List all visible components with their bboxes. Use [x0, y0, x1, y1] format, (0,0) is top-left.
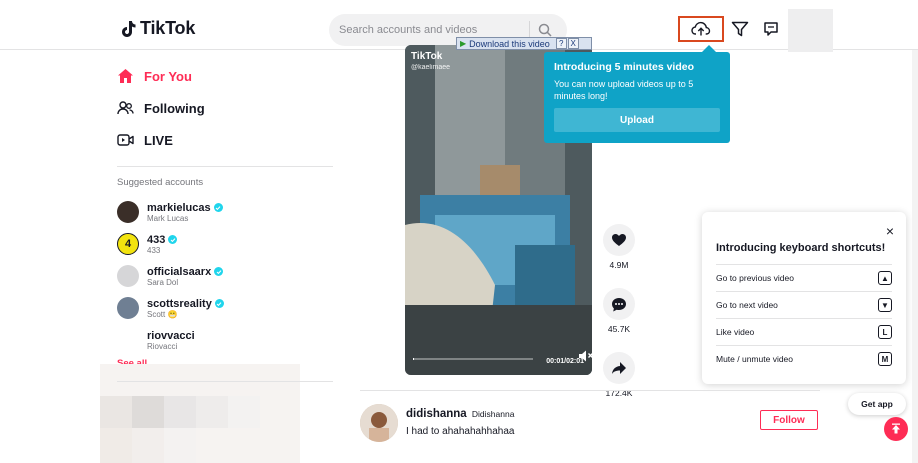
- video-actions: 4.9M 45.7K 172.4K: [600, 224, 638, 416]
- comment-button[interactable]: [603, 288, 635, 320]
- popup-body: You can now upload videos up to 5 minute…: [554, 79, 694, 101]
- get-app-button[interactable]: Get app: [848, 393, 906, 415]
- keyboard-shortcuts-panel: × Introducing keyboard shortcuts! Go to …: [702, 212, 906, 384]
- key-up-icon: ▲: [878, 271, 892, 285]
- post-nickname: Didishanna: [471, 409, 515, 419]
- account-name: Mark Lucas: [147, 213, 189, 223]
- video-time: 00:01/02:01: [546, 358, 584, 365]
- post-caption: I had to ahahahahhahaa: [406, 426, 515, 437]
- nav-label: Following: [144, 100, 205, 116]
- nav-for-you[interactable]: For You: [117, 60, 333, 92]
- avatar: 4: [117, 233, 139, 255]
- send-filter-icon[interactable]: [731, 21, 749, 42]
- download-label: Download this video: [469, 38, 550, 49]
- nav-label: For You: [144, 68, 192, 84]
- key-down-icon: ▼: [878, 298, 892, 312]
- shortcut-label: Mute / unmute video: [716, 354, 794, 364]
- like-button[interactable]: [603, 224, 635, 256]
- scroll-to-top-button[interactable]: [884, 417, 908, 441]
- play-icon: ▶: [460, 39, 467, 48]
- key-m-icon: M: [878, 352, 892, 366]
- account-name: Scott 😬: [147, 309, 178, 319]
- verified-icon: [214, 299, 224, 308]
- verified-icon: [213, 203, 223, 212]
- suggested-account[interactable]: officialsaarx Sara Dol: [117, 260, 333, 292]
- sidebar-bottom-divider: [117, 381, 333, 382]
- account-username: markielucas: [147, 201, 211, 214]
- live-icon: [117, 134, 134, 146]
- account-name: Riovacci: [147, 341, 178, 351]
- popup-title: Introducing 5 minutes video: [554, 61, 695, 73]
- comment-count: 45.7K: [607, 324, 631, 334]
- follow-button[interactable]: Follow: [760, 410, 818, 430]
- profile-avatar[interactable]: [788, 9, 833, 52]
- suggested-account[interactable]: scottsreality Scott 😬: [117, 292, 333, 324]
- home-icon: [118, 69, 133, 83]
- like-count: 4.9M: [609, 260, 629, 270]
- search-input[interactable]: [329, 24, 529, 36]
- suggested-account[interactable]: riovvacci Riovacci: [117, 324, 333, 356]
- avatar[interactable]: [360, 404, 398, 442]
- nav-label: LIVE: [144, 132, 173, 148]
- tiktok-logo[interactable]: TikTok: [120, 18, 195, 39]
- video-progress-fill: [413, 358, 414, 360]
- comment-icon: [612, 297, 626, 311]
- shortcut-label: Like video: [716, 327, 755, 337]
- feed-divider: [360, 390, 820, 391]
- account-username: 433: [147, 233, 166, 246]
- account-username: officialsaarx: [147, 265, 212, 278]
- avatar: [117, 265, 139, 287]
- post-author[interactable]: didishanna Didishanna: [406, 408, 514, 420]
- suggested-account[interactable]: 4 433 433: [117, 228, 333, 260]
- heart-icon: [612, 234, 626, 246]
- blurred-region: [100, 364, 300, 463]
- verified-icon: [214, 267, 224, 276]
- shortcut-label: Go to previous video: [716, 273, 794, 283]
- sidebar: For You Following LIVE Suggested account…: [117, 60, 333, 369]
- avatar: [117, 201, 139, 223]
- logo-text: TikTok: [140, 18, 196, 38]
- post-username: didishanna: [406, 408, 467, 420]
- scrollbar[interactable]: [912, 50, 918, 463]
- suggested-accounts-title: Suggested accounts: [117, 177, 204, 188]
- verified-icon: [168, 235, 178, 244]
- close-icon[interactable]: ×: [886, 223, 894, 239]
- account-username: scottsreality: [147, 297, 212, 310]
- account-username: riovvacci: [147, 329, 195, 342]
- share-button[interactable]: [603, 352, 635, 384]
- tiktok-note-icon: [122, 20, 136, 37]
- video-progress-bar[interactable]: [413, 358, 533, 360]
- nav-following[interactable]: Following: [117, 92, 333, 124]
- upload-promo-popup: Introducing 5 minutes video You can now …: [544, 45, 730, 143]
- shortcuts-title: Introducing keyboard shortcuts!: [716, 242, 886, 254]
- suggested-account[interactable]: markielucas Mark Lucas: [117, 196, 333, 228]
- avatar: [117, 329, 139, 351]
- help-button[interactable]: ?: [555, 38, 567, 49]
- search-icon[interactable]: [530, 23, 560, 37]
- sidebar-divider: [117, 166, 333, 167]
- shortcut-row: Go to next video ▼: [716, 291, 892, 318]
- nav-live[interactable]: LIVE: [117, 124, 333, 156]
- shortcut-row: Like video L: [716, 318, 892, 345]
- upload-button[interactable]: [678, 16, 724, 42]
- shortcut-row: Go to previous video ▲: [716, 264, 892, 291]
- arrow-up-icon: [892, 423, 900, 434]
- key-l-icon: L: [878, 325, 892, 339]
- messages-icon[interactable]: [763, 21, 779, 42]
- shortcut-row: Mute / unmute video M: [716, 345, 892, 372]
- account-name: 433: [147, 245, 161, 255]
- account-name: Sara Dol: [147, 277, 179, 287]
- download-video-bar[interactable]: ▶ Download this video ? X: [456, 37, 592, 50]
- users-icon: [117, 101, 134, 115]
- video-handle: @kaelimaee: [411, 64, 451, 71]
- close-download-button[interactable]: X: [567, 38, 579, 49]
- shortcut-label: Go to next video: [716, 300, 778, 310]
- video-watermark: TikTok: [411, 51, 443, 62]
- share-icon: [612, 362, 626, 374]
- cloud-upload-icon: [691, 21, 711, 36]
- avatar: [117, 297, 139, 319]
- popup-upload-button[interactable]: Upload: [554, 108, 720, 132]
